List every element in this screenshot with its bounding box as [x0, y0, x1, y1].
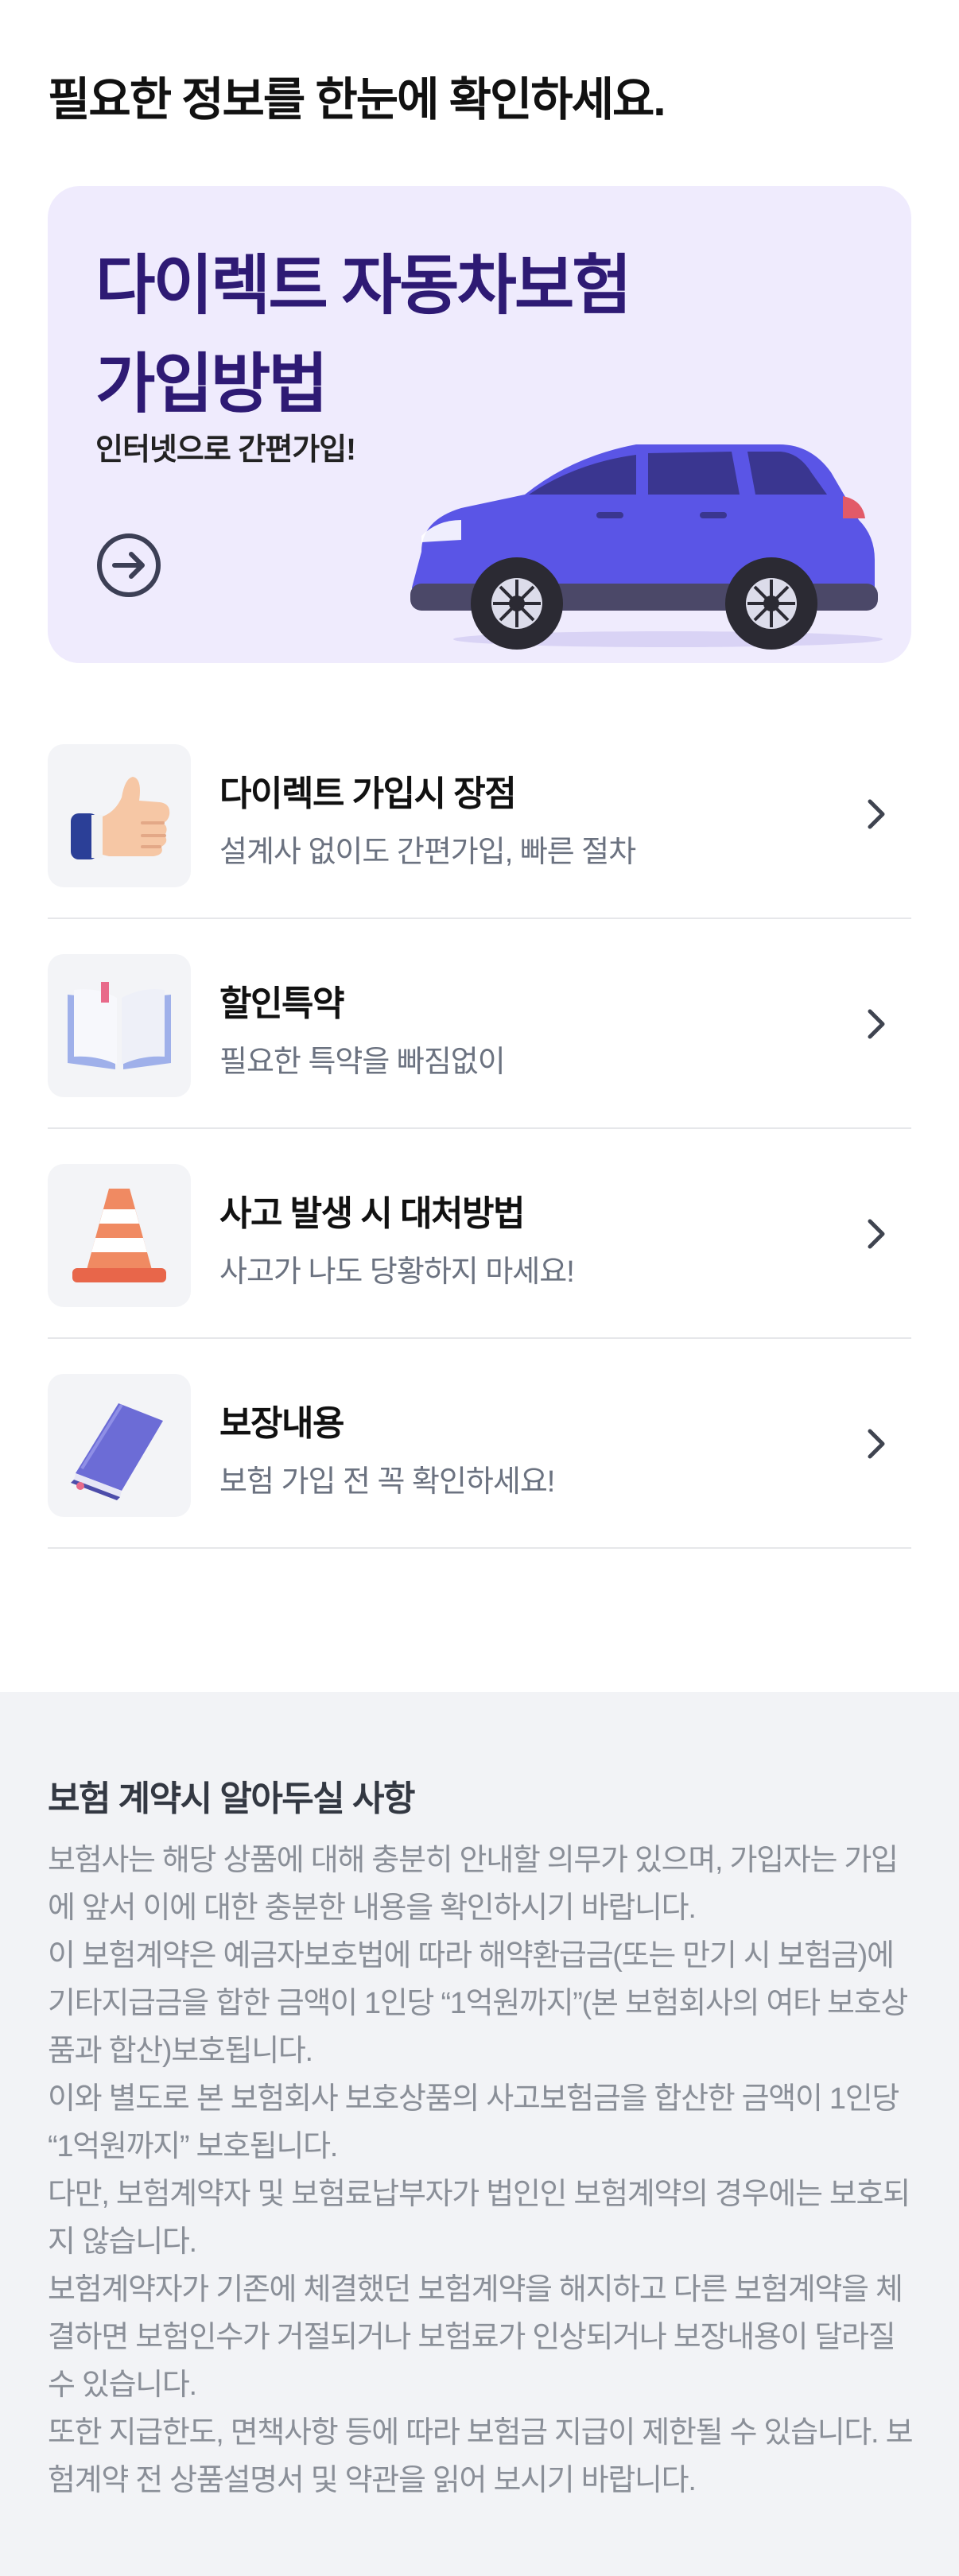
menu-item-title: 보장내용: [219, 1404, 344, 1443]
chevron-right-icon: [868, 799, 885, 829]
menu-thumb: [48, 1374, 191, 1517]
menu-item-title: 다이렉트 가입시 장점: [219, 774, 517, 813]
car-illustration: [410, 444, 883, 650]
menu-thumb: [48, 954, 191, 1097]
menu-thumb: [48, 744, 191, 887]
notice-body: 보험사는 해당 상품에 대해 충분히 안내할 의무가 있으며, 가입자는 가입에…: [48, 1837, 914, 2504]
chevron-right-icon: [868, 1429, 885, 1459]
banner-subtitle: 인터넷으로 간편가입!: [95, 433, 356, 467]
open-book-icon: [68, 982, 171, 1069]
closed-book-icon: [71, 1403, 163, 1500]
menu-item-description: 보험 가입 전 꼭 확인하세요!: [219, 1465, 555, 1499]
notice-paragraph: 보험사는 해당 상품에 대해 충분히 안내할 의무가 있으며, 가입자는 가입에…: [48, 1844, 899, 1925]
menu-item-description: 설계사 없이도 간편가입, 빠른 절차: [219, 836, 636, 869]
menu-item-discount-riders[interactable]: 할인특약 필요한 특약을 빠짐없이: [48, 919, 911, 1129]
page-title: 필요한 정보를 한눈에 확인하세요.: [48, 74, 666, 126]
menu-item-title: 할인특약: [219, 984, 344, 1023]
info-menu-list: 다이렉트 가입시 장점 설계사 없이도 간편가입, 빠른 절차 할인특약 필요한…: [48, 709, 911, 1549]
arrow-right-circle-icon[interactable]: [95, 532, 162, 599]
notice-paragraph: 이 보험계약은 예금자보호법에 따라 해약환급금(또는 만기 시 보험금)에 기…: [48, 1939, 908, 2068]
menu-item-accident-response[interactable]: 사고 발생 시 대처방법 사고가 나도 당황하지 마세요!: [48, 1129, 911, 1339]
chevron-right-icon: [868, 1009, 885, 1039]
chevron-right-icon: [868, 1219, 885, 1249]
banner-title-line1: 다이렉트 자동차보험: [95, 250, 632, 322]
notice-paragraph: 보험계약자가 기존에 체결했던 보험계약을 해지하고 다른 보험계약을 체결하면…: [48, 2273, 903, 2402]
menu-thumb: [48, 1164, 191, 1307]
notice-paragraph: 다만, 보험계약자 및 보험료납부자가 법인인 보험계약의 경우에는 보호되지 …: [48, 2178, 910, 2259]
menu-item-coverage[interactable]: 보장내용 보험 가입 전 꼭 확인하세요!: [48, 1339, 911, 1549]
insurance-notice-section: 보험 계약시 알아두실 사항 보험사는 해당 상품에 대해 충분히 안내할 의무…: [0, 1692, 959, 2576]
notice-paragraph: 또한 지급한도, 면책사항 등에 따라 보험금 지급이 제한될 수 있습니다. …: [48, 2416, 914, 2497]
notice-paragraph: 이와 별도로 본 보험회사 보호상품의 사고보험금을 합산한 금액이 1인당 “…: [48, 2082, 899, 2163]
menu-item-direct-benefits[interactable]: 다이렉트 가입시 장점 설계사 없이도 간편가입, 빠른 절차: [48, 709, 911, 919]
menu-item-title: 사고 발생 시 대처방법: [219, 1194, 526, 1233]
menu-item-description: 사고가 나도 당황하지 마세요!: [219, 1255, 575, 1289]
menu-item-description: 필요한 특약을 빠짐없이: [219, 1046, 506, 1079]
direct-signup-banner[interactable]: 다이렉트 자동차보험 가입방법 인터넷으로 간편가입!: [48, 186, 911, 663]
notice-title: 보험 계약시 알아두실 사항: [48, 1779, 415, 1818]
thumbs-up-icon: [71, 777, 170, 859]
traffic-cone-icon: [72, 1189, 166, 1282]
